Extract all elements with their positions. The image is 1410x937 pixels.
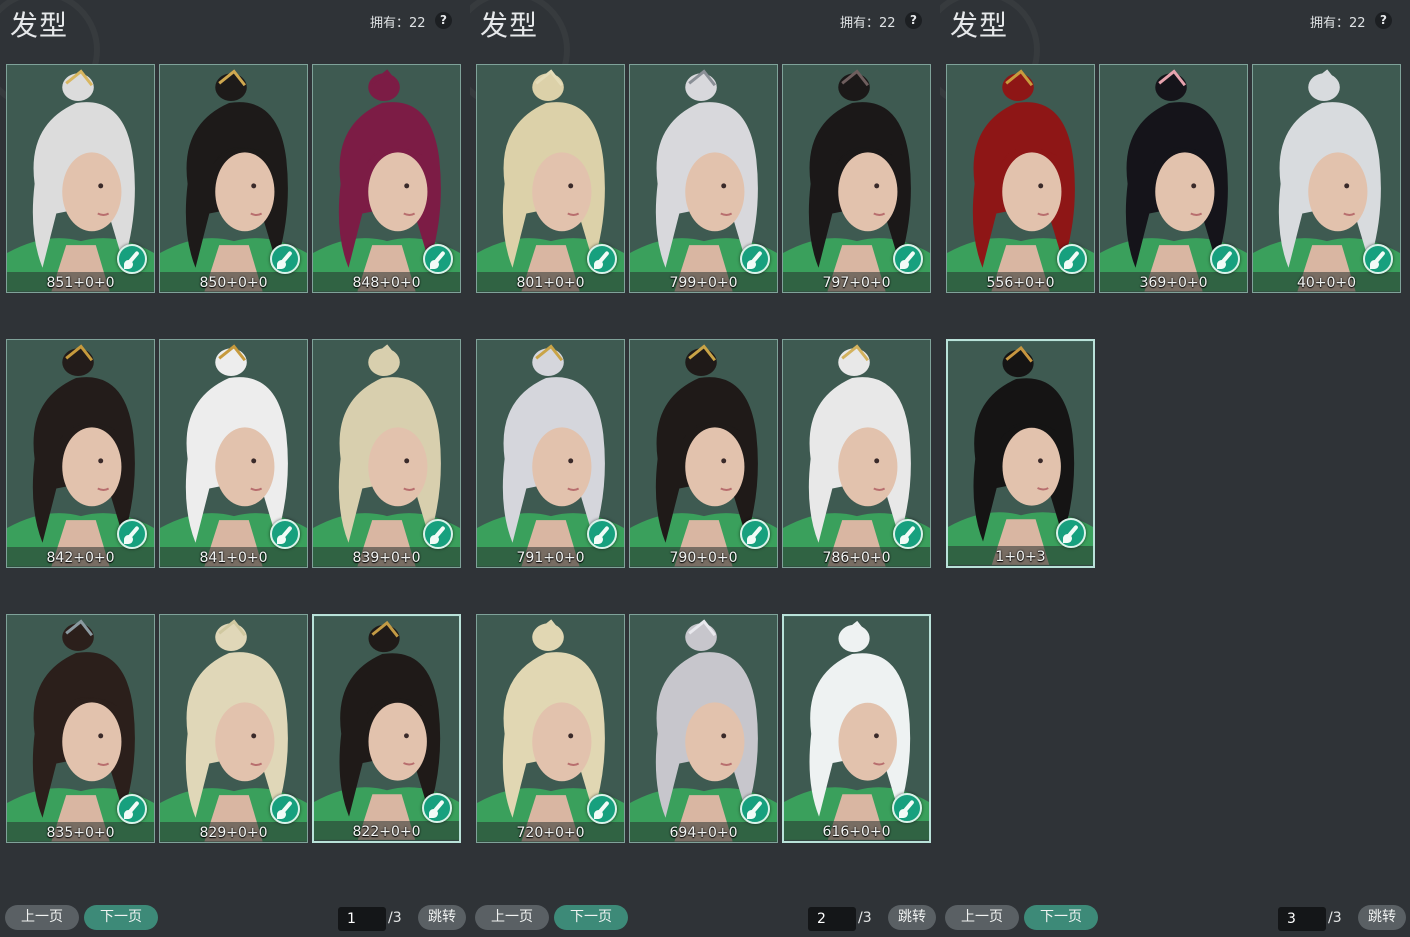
dye-brush-icon[interactable] <box>422 793 452 823</box>
hairstyle-card[interactable]: 369+0+0 <box>1099 64 1248 293</box>
dye-brush-icon[interactable] <box>1363 244 1393 274</box>
hairstyle-card[interactable]: 786+0+0 <box>782 339 931 568</box>
hairstyle-card[interactable]: 835+0+0 <box>6 614 155 843</box>
hairstyle-card[interactable]: 801+0+0 <box>476 64 625 293</box>
hairstyle-screen: 发型 拥有：22 ? 上一页 下一页 1 /3 跳转 851+0+0 850+0+… <box>0 0 1410 937</box>
hairstyle-card[interactable]: 1+0+3 <box>946 339 1095 568</box>
page-total: /3 <box>858 910 872 926</box>
hairstyle-card[interactable]: 822+0+0 <box>312 614 461 843</box>
hairstyle-code: 790+0+0 <box>669 550 738 566</box>
jump-button[interactable]: 跳转 <box>418 905 466 930</box>
next-page-button[interactable]: 下一页 <box>554 905 628 930</box>
dye-brush-icon[interactable] <box>1210 244 1240 274</box>
hairstyle-code: 616+0+0 <box>822 824 891 840</box>
page-total: /3 <box>388 910 402 926</box>
hairstyle-card[interactable]: 616+0+0 <box>782 614 931 843</box>
page-total: /3 <box>1328 910 1342 926</box>
dye-brush-icon[interactable] <box>117 519 147 549</box>
prev-page-button[interactable]: 上一页 <box>945 905 1019 930</box>
hairstyle-panel-2: 发型 拥有：22 ? 上一页 下一页 2 /3 跳转 801+0+0 799+0+… <box>470 0 940 937</box>
dye-brush-icon[interactable] <box>1057 244 1087 274</box>
dye-brush-icon[interactable] <box>587 244 617 274</box>
owned-count: 拥有：22 <box>370 16 426 31</box>
page-number-input[interactable]: 2 <box>808 907 856 931</box>
dye-brush-icon[interactable] <box>740 244 770 274</box>
next-page-button[interactable]: 下一页 <box>84 905 158 930</box>
jump-button[interactable]: 跳转 <box>1358 905 1406 930</box>
hairstyle-code: 829+0+0 <box>199 825 268 841</box>
dye-brush-icon[interactable] <box>117 794 147 824</box>
hairstyle-card[interactable]: 799+0+0 <box>629 64 778 293</box>
hairstyle-code: 786+0+0 <box>822 550 891 566</box>
hairstyle-card[interactable]: 556+0+0 <box>946 64 1095 293</box>
hairstyle-card[interactable]: 839+0+0 <box>312 339 461 568</box>
owned-count: 拥有：22 <box>1310 16 1366 31</box>
dye-brush-icon[interactable] <box>740 794 770 824</box>
dye-brush-icon[interactable] <box>270 794 300 824</box>
hairstyle-code: 40+0+0 <box>1296 275 1357 291</box>
dye-brush-icon[interactable] <box>740 519 770 549</box>
jump-button[interactable]: 跳转 <box>888 905 936 930</box>
help-icon[interactable]: ? <box>435 12 452 29</box>
hairstyle-card[interactable]: 850+0+0 <box>159 64 308 293</box>
hairstyle-card[interactable]: 790+0+0 <box>629 339 778 568</box>
hairstyle-code: 556+0+0 <box>986 275 1055 291</box>
dye-brush-icon[interactable] <box>893 244 923 274</box>
hairstyle-card[interactable]: 791+0+0 <box>476 339 625 568</box>
panel-title: 发型 <box>10 9 69 42</box>
prev-page-button[interactable]: 上一页 <box>475 905 549 930</box>
hairstyle-card[interactable]: 694+0+0 <box>629 614 778 843</box>
dye-brush-icon[interactable] <box>587 519 617 549</box>
hairstyle-code: 720+0+0 <box>516 825 585 841</box>
dye-brush-icon[interactable] <box>423 244 453 274</box>
hairstyle-card[interactable]: 851+0+0 <box>6 64 155 293</box>
hairstyle-code: 848+0+0 <box>352 275 421 291</box>
dye-brush-icon[interactable] <box>1056 518 1086 548</box>
hairstyle-code: 1+0+3 <box>995 549 1046 565</box>
hairstyle-card[interactable]: 40+0+0 <box>1252 64 1401 293</box>
hairstyle-panel-3: 发型 拥有：22 ? 上一页 下一页 3 /3 跳转 556+0+0 369+0+… <box>940 0 1410 937</box>
hairstyle-card[interactable]: 842+0+0 <box>6 339 155 568</box>
hairstyle-code: 791+0+0 <box>516 550 585 566</box>
hairstyle-code: 851+0+0 <box>46 275 115 291</box>
help-icon[interactable]: ? <box>905 12 922 29</box>
hairstyle-code: 801+0+0 <box>516 275 585 291</box>
hairstyle-code: 369+0+0 <box>1139 275 1208 291</box>
prev-page-button[interactable]: 上一页 <box>5 905 79 930</box>
hairstyle-code: 797+0+0 <box>822 275 891 291</box>
hairstyle-code: 842+0+0 <box>46 550 115 566</box>
hairstyle-card[interactable]: 829+0+0 <box>159 614 308 843</box>
next-page-button[interactable]: 下一页 <box>1024 905 1098 930</box>
owned-count: 拥有：22 <box>840 16 896 31</box>
hairstyle-card[interactable]: 841+0+0 <box>159 339 308 568</box>
hairstyle-card[interactable]: 797+0+0 <box>782 64 931 293</box>
dye-brush-icon[interactable] <box>892 793 922 823</box>
hairstyle-code: 850+0+0 <box>199 275 268 291</box>
help-icon[interactable]: ? <box>1375 12 1392 29</box>
page-number-input[interactable]: 3 <box>1278 907 1326 931</box>
dye-brush-icon[interactable] <box>117 244 147 274</box>
dye-brush-icon[interactable] <box>587 794 617 824</box>
hairstyle-code: 835+0+0 <box>46 825 115 841</box>
hairstyle-code: 799+0+0 <box>669 275 738 291</box>
hairstyle-code: 694+0+0 <box>669 825 738 841</box>
hairstyle-code: 839+0+0 <box>352 550 421 566</box>
dye-brush-icon[interactable] <box>270 519 300 549</box>
page-number-input[interactable]: 1 <box>338 907 386 931</box>
hairstyle-card[interactable]: 848+0+0 <box>312 64 461 293</box>
hairstyle-panel-1: 发型 拥有：22 ? 上一页 下一页 1 /3 跳转 851+0+0 850+0+… <box>0 0 470 937</box>
dye-brush-icon[interactable] <box>270 244 300 274</box>
hairstyle-code: 841+0+0 <box>199 550 268 566</box>
panel-title: 发型 <box>950 9 1009 42</box>
dye-brush-icon[interactable] <box>423 519 453 549</box>
hairstyle-card[interactable]: 720+0+0 <box>476 614 625 843</box>
panel-title: 发型 <box>480 9 539 42</box>
hairstyle-code: 822+0+0 <box>352 824 421 840</box>
dye-brush-icon[interactable] <box>893 519 923 549</box>
